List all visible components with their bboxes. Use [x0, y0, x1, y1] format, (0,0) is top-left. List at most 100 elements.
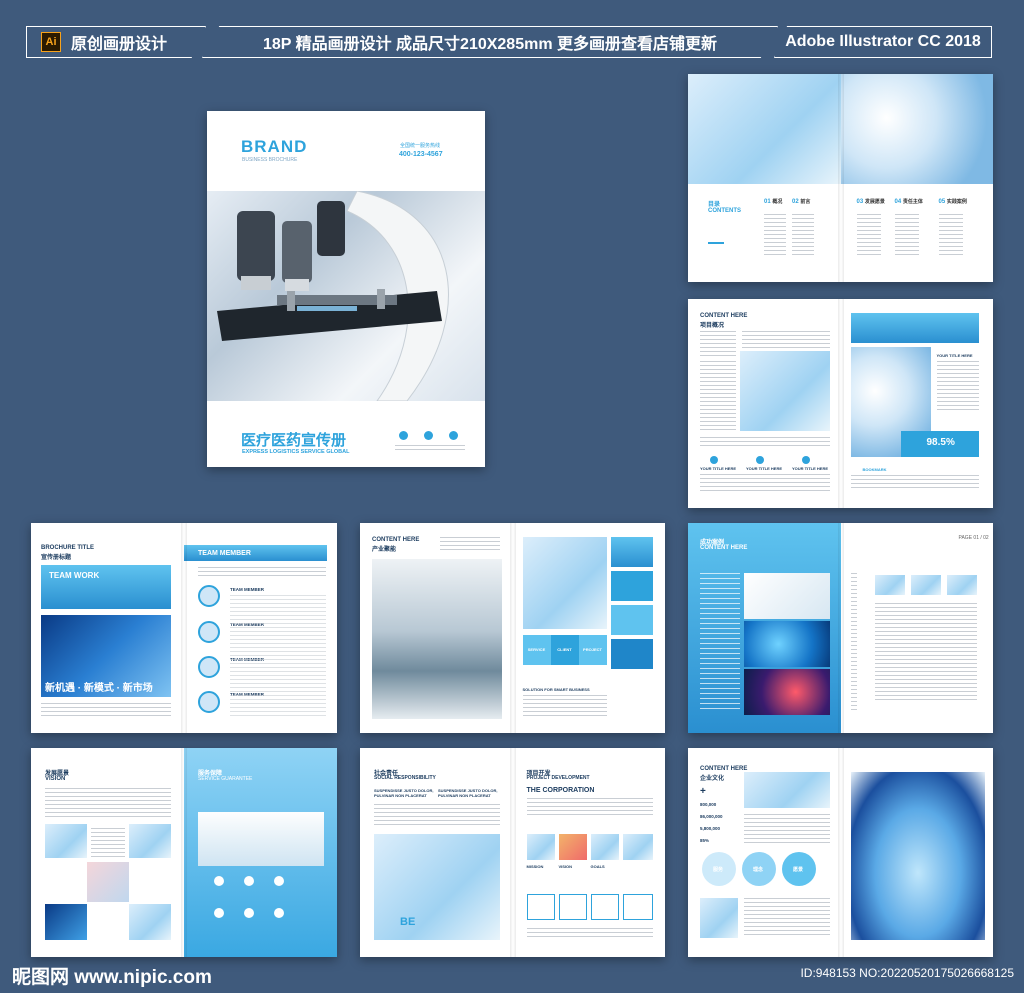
banner-left-label: 原创画册设计 [71, 36, 168, 53]
cover-brand: BRAND [241, 137, 308, 156]
vision-icon-1 [214, 876, 224, 886]
fold [509, 748, 516, 957]
contents-spread: 目录 CONTENTS 01 概况 02 前言 03 发展愿景 04 责任主体 … [688, 74, 993, 282]
industry-solution: SOLUTION FOR SMART BUSINESS [522, 687, 590, 692]
member-avatar-1 [198, 585, 220, 607]
social-text [374, 804, 500, 828]
vision-image-3 [87, 862, 129, 902]
project-box-4 [622, 894, 653, 920]
team-text [41, 703, 171, 719]
cover-hotline-label: 全国统一服务热线 [400, 143, 441, 149]
vision-service-en: SERVICE GUARANTEE [198, 776, 253, 782]
industry-spread: CONTENT HERE 产业聚能 SERVICE CLIENT PROJECT… [360, 523, 665, 733]
lab-photo-right [840, 74, 993, 184]
cover-brand-sub: BUSINESS BROCHURE [242, 157, 298, 163]
culture-stat-2: 86,000,000 [700, 814, 723, 819]
cover-microscope-image [207, 191, 485, 401]
vision-icon-3 [274, 876, 284, 886]
cases-small-image-3 [946, 575, 977, 595]
social-hex-image [374, 834, 500, 940]
location-icon [449, 431, 458, 440]
culture-heading-cn: 企业文化 [700, 776, 725, 782]
dna-image [522, 537, 607, 629]
cover-hotline: 400-123-4567 [399, 151, 443, 158]
industry-icon-tile-4 [610, 639, 653, 669]
project-heading-en: PROJECT DEVELOPMENT [526, 775, 590, 781]
cases-heading-en: CONTENT HERE [700, 545, 748, 551]
project-box-3 [590, 894, 619, 920]
fold [837, 74, 844, 282]
phone-icon [399, 431, 408, 440]
vision-grid-text [91, 828, 125, 858]
about-lab-image [740, 351, 830, 431]
vision-icon-5 [244, 908, 254, 918]
team-slogan: 新机遇 · 新模式 · 新市场 [45, 683, 153, 694]
cases-vertical-text [850, 573, 857, 713]
about-col-2: YOUR TITLE HERE [746, 466, 783, 471]
team-title-en: BROCHURE TITLE [41, 545, 94, 551]
project-step-1: MISSION [526, 864, 544, 869]
industry-tile-project: PROJECT [578, 635, 607, 665]
industry-tile-client: CLIENT [550, 635, 579, 665]
project-box-2 [558, 894, 587, 920]
about-col-1: YOUR TITLE HERE [700, 466, 737, 471]
image-id: ID:948153 NO:20220520175026668125 [800, 966, 1014, 980]
culture-circle-label-2: 理念 [753, 867, 764, 873]
vision-image-1 [45, 824, 87, 858]
culture-image [744, 772, 830, 808]
cases-small-image-1 [874, 575, 905, 595]
about-icon-1 [710, 456, 718, 464]
culture-stat-3: 5,800,000 [700, 826, 721, 831]
industry-text [440, 537, 500, 553]
contents-lines-a [764, 214, 786, 256]
about-col-3: YOUR TITLE HERE [792, 466, 829, 471]
contents-label-en: CONTENTS [708, 208, 741, 214]
project-image-4 [622, 834, 653, 860]
contents-item-05: 05 实践案例 [938, 199, 967, 205]
industry-heading-cn: 产业聚能 [372, 547, 397, 553]
vision-image-5 [129, 904, 171, 940]
vision-icon-6 [274, 908, 284, 918]
banner-right-label: Adobe Illustrator CC 2018 [785, 33, 981, 50]
member-avatar-2 [198, 621, 220, 643]
culture-spread: CONTENT HERE 企业文化 + 800,000 86,000,000 5… [688, 748, 993, 957]
contents-lines-b [792, 214, 814, 256]
hospital-corridor-image [372, 559, 502, 719]
vision-icon-2 [244, 876, 254, 886]
vision-spread: 发展愿景 VISION 服务保障 SERVICE GUARANTEE [31, 748, 337, 957]
cases-small-image-2 [910, 575, 941, 595]
industry-icon-tile-1 [610, 537, 653, 567]
project-foot-text [526, 928, 653, 940]
member-text [230, 595, 326, 719]
social-sub-b: SUSPENDISSE JUSTO DOLOR, PULVINAR NON PL… [438, 788, 498, 798]
team-header-label: TEAM MEMBER [198, 550, 251, 557]
about-text-b [742, 331, 830, 351]
cases-cell-image [744, 669, 830, 715]
cover-page: BRAND BUSINESS BROCHURE 全国统一服务热线 400-123… [207, 111, 485, 467]
banner-right: Adobe Illustrator CC 2018 [774, 26, 992, 58]
contents-lines-c [856, 214, 881, 256]
mail-icon [424, 431, 433, 440]
watermark: 昵图网 www.nipic.com [12, 967, 212, 988]
project-step-2: VISION [558, 864, 573, 869]
contents-lines-e [938, 214, 963, 256]
vision-text [45, 788, 171, 818]
vision-lab-image [198, 812, 324, 866]
contents-lines-d [894, 214, 919, 256]
banner-center-label: 18P 精品画册设计 成品尺寸210X285mm 更多画册查看店铺更新 [262, 36, 718, 53]
industry-icon-tile-2 [610, 571, 653, 601]
contents-underline [708, 242, 724, 244]
contents-item-02: 02 前言 [792, 199, 811, 205]
project-step-3: GOALS [590, 864, 605, 869]
team-spread: BROCHURE TITLE 宣传册标题 TEAM WORK 新机遇 · 新模式… [31, 523, 337, 733]
about-banner [850, 313, 979, 343]
contents-item-04: 04 责任主体 [894, 199, 923, 205]
lab-photo-left [688, 74, 841, 184]
vision-image-4 [45, 904, 87, 940]
about-col-text [700, 474, 830, 492]
vision-heading-en: VISION [45, 776, 66, 782]
member-avatar-3 [198, 656, 220, 678]
cases-right-text [874, 603, 977, 703]
cases-page-num: PAGE 01 / 02 [958, 535, 989, 541]
social-spread: 社会责任 SOCIAL RESPONSIBILITY SUSPENDISSE J… [360, 748, 665, 957]
